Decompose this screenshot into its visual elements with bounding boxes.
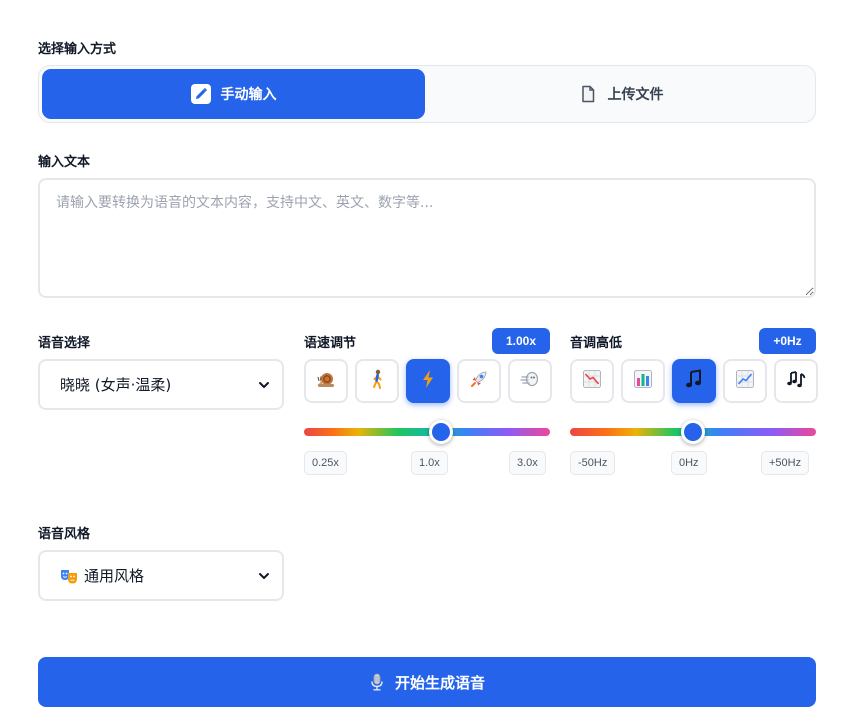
- chart-increasing-icon: [734, 368, 756, 395]
- pitch-slider-thumb[interactable]: [681, 420, 705, 444]
- generate-speech-button[interactable]: 开始生成语音: [38, 657, 816, 707]
- speed-preset-fast[interactable]: [457, 359, 501, 403]
- speed-preset-slow[interactable]: [304, 359, 348, 403]
- manual-input-tab[interactable]: 手动输入: [42, 69, 425, 119]
- speed-slider-thumb[interactable]: [429, 420, 454, 444]
- voice-select-label: 语音选择: [38, 335, 91, 350]
- style-selected-value: 通用风格: [84, 567, 145, 585]
- upload-file-tab[interactable]: 上传文件: [429, 69, 812, 119]
- snail-icon: [315, 368, 337, 395]
- voice-select[interactable]: 晓晓 (女声·温柔): [38, 359, 284, 410]
- pitch-value-badge: +0Hz: [759, 328, 816, 354]
- walking-person-icon: [366, 368, 388, 395]
- pitch-preset-highest[interactable]: [774, 359, 818, 403]
- pitch-preset-low[interactable]: [621, 359, 665, 403]
- lightning-icon: [417, 368, 439, 395]
- upload-file-label: 上传文件: [607, 86, 664, 102]
- speed-preset-fastest[interactable]: [508, 359, 552, 403]
- speed-preset-walk[interactable]: [355, 359, 399, 403]
- musical-notes-icon: [785, 368, 807, 395]
- voice-selected-value: 晓晓 (女声·温柔): [60, 376, 172, 394]
- pitch-label: 音调高低: [570, 335, 623, 350]
- rocket-icon: [468, 368, 490, 395]
- input-method-label: 选择输入方式: [38, 41, 117, 56]
- pitch-tick-max: +50Hz: [761, 451, 810, 475]
- pitch-presets: [570, 359, 818, 403]
- speed-tick-max: 3.0x: [509, 451, 546, 475]
- pitch-tick-min: -50Hz: [570, 451, 616, 475]
- speed-slider-track[interactable]: [304, 428, 550, 436]
- speed-presets: [304, 359, 552, 403]
- pitch-tick-mid: 0Hz: [671, 451, 707, 475]
- speed-value-badge: 1.00x: [492, 328, 550, 354]
- microphone-icon: [369, 673, 385, 691]
- chart-decreasing-icon: [581, 368, 603, 395]
- speed-tick-mid: 1.0x: [411, 451, 448, 475]
- text-input-label: 输入文本: [38, 154, 91, 169]
- input-method-toggle: 手动输入 上传文件: [38, 65, 816, 123]
- musical-note-icon: [683, 368, 705, 395]
- chevron-down-icon: [258, 379, 270, 391]
- pencil-icon: [190, 84, 211, 104]
- pitch-preset-high[interactable]: [723, 359, 767, 403]
- manual-input-label: 手动输入: [220, 86, 277, 102]
- text-input-field[interactable]: [38, 178, 816, 298]
- pitch-preset-normal[interactable]: [672, 359, 716, 403]
- file-icon: [578, 84, 598, 104]
- theater-masks-icon: [60, 567, 78, 585]
- speed-preset-normal[interactable]: [406, 359, 450, 403]
- style-select-label: 语音风格: [38, 526, 91, 541]
- chevron-down-icon: [258, 570, 270, 582]
- style-select[interactable]: 通用风格: [38, 550, 284, 601]
- bar-chart-icon: [632, 368, 654, 395]
- speed-label: 语速调节: [304, 335, 357, 350]
- pitch-preset-lowest[interactable]: [570, 359, 614, 403]
- generate-speech-label: 开始生成语音: [394, 674, 485, 692]
- wind-icon: [519, 368, 541, 395]
- speed-tick-min: 0.25x: [304, 451, 347, 475]
